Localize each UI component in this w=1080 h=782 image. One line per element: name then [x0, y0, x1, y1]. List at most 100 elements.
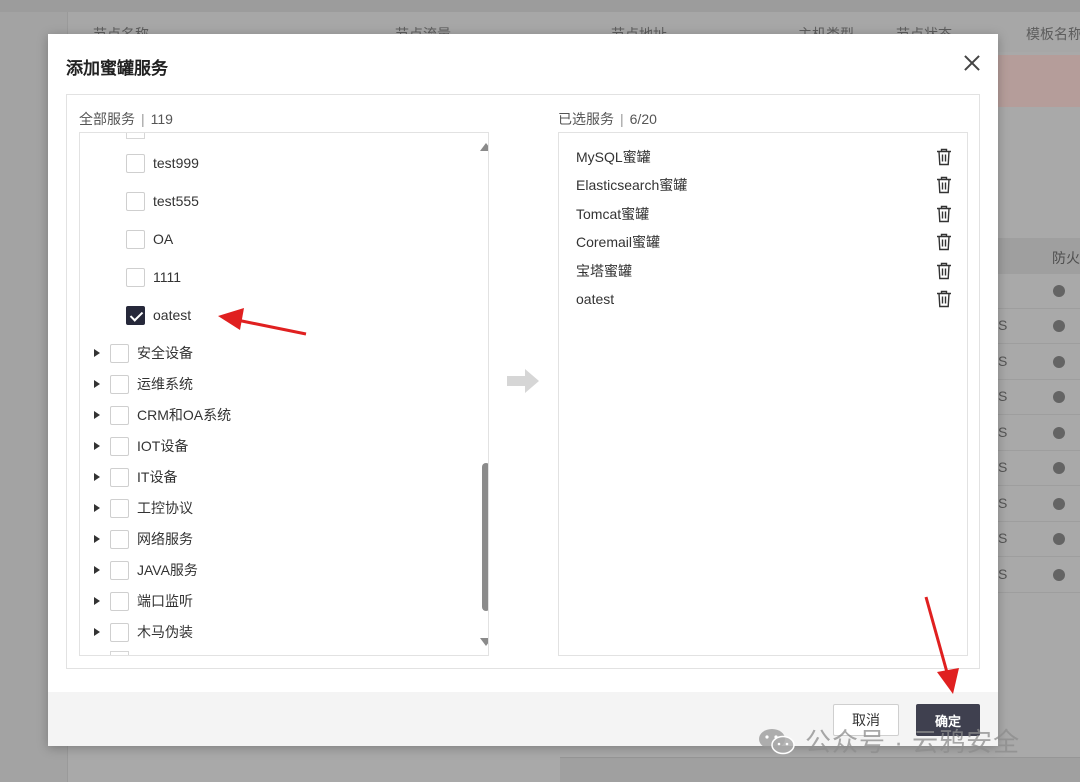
- bg-row-text: S: [998, 530, 1008, 546]
- service-label: test999: [153, 155, 199, 171]
- selected-services-count: 6/20: [629, 111, 657, 127]
- caret-right-icon[interactable]: [94, 566, 100, 574]
- status-dot-icon: [1053, 285, 1065, 297]
- selected-services-title: 已选服务: [558, 111, 614, 127]
- group-label: 端口监听: [137, 593, 193, 609]
- all-services-count: 119: [150, 111, 173, 127]
- group-label: 安全设备: [137, 345, 193, 361]
- caret-right-icon[interactable]: [94, 411, 100, 419]
- trash-icon[interactable]: [936, 176, 952, 194]
- group-item-network-services[interactable]: 网络服务: [94, 526, 193, 552]
- status-dot-icon: [1053, 356, 1065, 368]
- service-item-test999[interactable]: test999: [126, 150, 199, 176]
- caret-right-icon[interactable]: [94, 473, 100, 481]
- selected-item-baota: 宝塔蜜罐: [576, 259, 952, 283]
- watermark-text: 公众号 · 云鸦安全: [805, 727, 1021, 757]
- status-dot-icon: [1053, 498, 1065, 510]
- list-item-partial: [110, 651, 129, 655]
- all-services-tree[interactable]: test999 test555 OA 1111 oatest 安全设备 运维系统…: [79, 132, 489, 656]
- service-item-oatest[interactable]: oatest: [126, 302, 191, 328]
- selected-label: MySQL蜜罐: [576, 149, 651, 165]
- transfer-container: 全部服务 | 119 已选服务 | 6/20 test999 test555 OA: [66, 94, 980, 669]
- checkbox[interactable]: [126, 267, 145, 287]
- group-item-security-devices[interactable]: 安全设备: [94, 340, 193, 366]
- bg-row-text: S: [998, 424, 1008, 440]
- trash-icon[interactable]: [936, 148, 952, 166]
- service-item-1111[interactable]: 1111: [126, 264, 181, 290]
- checkbox-checked[interactable]: [126, 305, 145, 325]
- background-bottom-bar: [560, 757, 1080, 782]
- group-label: CRM和OA系统: [137, 407, 232, 423]
- tree-scrollbar[interactable]: [480, 133, 488, 655]
- bg-row-text: S: [998, 495, 1008, 511]
- caret-right-icon[interactable]: [94, 628, 100, 636]
- checkbox[interactable]: [110, 405, 129, 425]
- status-dot-icon: [1053, 427, 1065, 439]
- scroll-thumb[interactable]: [482, 463, 488, 611]
- bg-table-row: [998, 274, 1080, 309]
- trash-icon[interactable]: [936, 290, 952, 308]
- trash-icon[interactable]: [936, 262, 952, 280]
- checkbox[interactable]: [110, 591, 129, 611]
- add-honeypot-service-dialog: 添加蜜罐服务 全部服务 | 119 已选服务 | 6/20 test999 test55…: [48, 34, 998, 746]
- selected-item-tomcat: Tomcat蜜罐: [576, 202, 952, 226]
- service-label: 1111: [153, 269, 182, 285]
- caret-right-icon[interactable]: [94, 349, 100, 357]
- selected-services-header: 已选服务 | 6/20: [558, 111, 657, 127]
- group-item-java-services[interactable]: JAVA服务: [94, 557, 198, 583]
- selected-label: Tomcat蜜罐: [576, 206, 650, 222]
- wechat-icon: [759, 728, 795, 754]
- status-dot-icon: [1053, 320, 1065, 332]
- group-item-it[interactable]: IT设备: [94, 464, 177, 490]
- service-label: test555: [153, 193, 199, 209]
- group-label: 工控协议: [137, 500, 193, 516]
- checkbox[interactable]: [110, 622, 129, 642]
- checkbox[interactable]: [126, 191, 145, 211]
- checkbox[interactable]: [110, 498, 129, 518]
- bg-row-text: S: [998, 317, 1008, 333]
- checkbox[interactable]: [110, 374, 129, 394]
- group-item-ops-systems[interactable]: 运维系统: [94, 371, 193, 397]
- checkbox[interactable]: [110, 560, 129, 580]
- dialog-title: 添加蜜罐服务: [66, 59, 168, 78]
- group-label: IT设备: [137, 469, 178, 485]
- checkbox[interactable]: [110, 436, 129, 456]
- checkbox[interactable]: [126, 153, 145, 173]
- group-item-crm-oa[interactable]: CRM和OA系统: [94, 402, 231, 428]
- close-icon[interactable]: [960, 52, 984, 76]
- service-item-test555[interactable]: test555: [126, 188, 199, 214]
- caret-right-icon[interactable]: [94, 597, 100, 605]
- trash-icon[interactable]: [936, 205, 952, 223]
- caret-right-icon[interactable]: [94, 504, 100, 512]
- trash-icon[interactable]: [936, 233, 952, 251]
- background-highlight-cell: [998, 55, 1080, 107]
- group-item-port-listening[interactable]: 端口监听: [94, 588, 193, 614]
- group-item-iot[interactable]: IOT设备: [94, 433, 188, 459]
- checkbox[interactable]: [110, 467, 129, 487]
- caret-right-icon[interactable]: [94, 442, 100, 450]
- bg-table-row: S: [998, 309, 1080, 344]
- bg-table-row: S: [998, 416, 1080, 451]
- group-item-trojan-disguise[interactable]: 木马伪装: [94, 619, 193, 645]
- group-label: 运维系统: [137, 376, 193, 392]
- all-services-header: 全部服务 | 119: [79, 111, 173, 127]
- group-label: 木马伪装: [137, 624, 193, 640]
- caret-right-icon[interactable]: [94, 380, 100, 388]
- background-topbar: [0, 0, 1080, 12]
- service-item-oa[interactable]: OA: [126, 226, 173, 252]
- caret-right-icon[interactable]: [94, 535, 100, 543]
- checkbox[interactable]: [126, 229, 145, 249]
- group-item-ics-protocols[interactable]: 工控协议: [94, 495, 193, 521]
- group-label: 网络服务: [137, 531, 193, 547]
- scroll-up-icon[interactable]: [480, 143, 488, 151]
- status-dot-icon: [1053, 569, 1065, 581]
- checkbox[interactable]: [110, 343, 129, 363]
- status-dot-icon: [1053, 391, 1065, 403]
- selected-item-elasticsearch: Elasticsearch蜜罐: [576, 173, 952, 197]
- transfer-arrow-icon[interactable]: [505, 368, 541, 394]
- bg-header-firewall: 防火: [1052, 250, 1080, 266]
- scroll-down-icon[interactable]: [480, 638, 488, 646]
- selected-item-coremail: Coremail蜜罐: [576, 230, 952, 254]
- status-dot-icon: [1053, 533, 1065, 545]
- checkbox[interactable]: [110, 529, 129, 549]
